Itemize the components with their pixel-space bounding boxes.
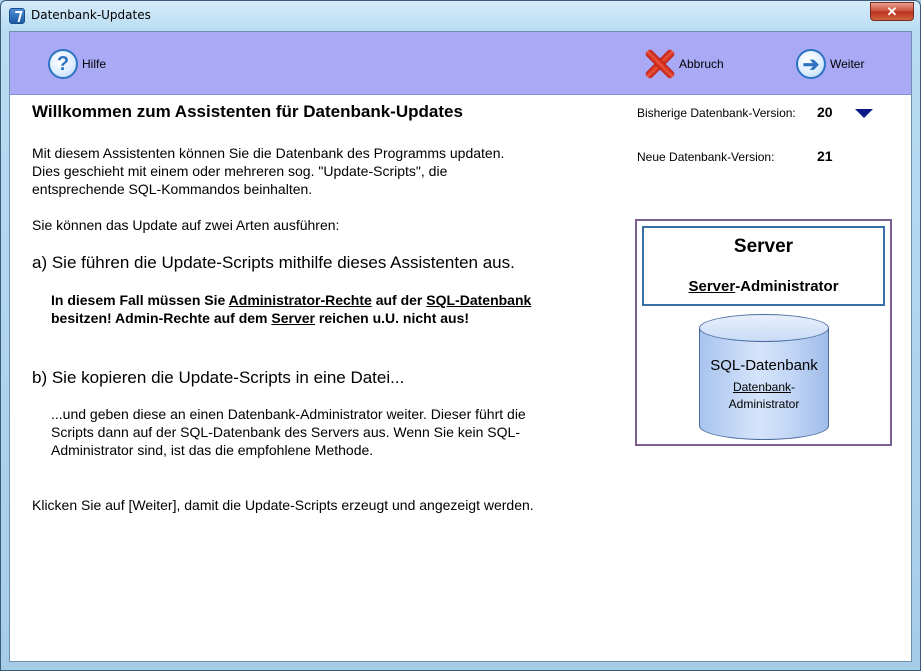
server-title: Server bbox=[733, 236, 794, 257]
server-box: Server Server-Administrator bbox=[642, 226, 885, 306]
help-label: Hilfe bbox=[82, 57, 107, 71]
intro-text: Mit diesem Assistenten können Sie die Da… bbox=[32, 144, 504, 198]
window-title: Datenbank-Updates bbox=[31, 8, 151, 22]
db-title: SQL-Datenbank bbox=[710, 357, 818, 374]
toolbar: ? Hilfe Abbruch ➔ Weiter bbox=[10, 32, 911, 95]
next-button[interactable]: ➔ Weiter bbox=[796, 46, 864, 82]
help-button[interactable]: ? Hilfe bbox=[48, 46, 106, 82]
note-text: reichen u.U. nicht aus! bbox=[318, 310, 470, 326]
cancel-button[interactable]: Abbruch bbox=[643, 46, 724, 82]
cylinder-top bbox=[699, 314, 829, 342]
note-line: Scripts dann auf der SQL-Datenbank des S… bbox=[51, 424, 520, 440]
current-version-value[interactable]: 20 bbox=[817, 104, 833, 120]
page-title: Willkommen zum Assistenten für Datenbank… bbox=[32, 102, 463, 121]
option-b: b) Sie kopieren die Update-Scripts in ei… bbox=[32, 368, 405, 387]
question-icon: ? bbox=[48, 49, 78, 79]
new-version-value: 21 bbox=[817, 148, 833, 164]
note-underlined: SQL-Datenbank bbox=[426, 292, 532, 308]
client-area: ? Hilfe Abbruch ➔ Weiter Willkommen zum … bbox=[9, 31, 912, 662]
close-button[interactable]: ✕ bbox=[870, 2, 914, 21]
note-text: auf der bbox=[375, 292, 423, 308]
server-admin-underlined: Server bbox=[688, 278, 736, 295]
server-admin-label: Server-Administrator bbox=[644, 278, 883, 295]
note-line: In diesem Fall müssen Sie Administrator-… bbox=[51, 291, 531, 309]
red-x-icon bbox=[643, 48, 675, 80]
note-line: Administrator sind, ist das die empfohle… bbox=[51, 442, 374, 458]
option-a-note: In diesem Fall müssen Sie Administrator-… bbox=[51, 291, 531, 327]
next-label: Weiter bbox=[830, 57, 865, 71]
note-line: besitzen! Admin-Rechte auf dem Server re… bbox=[51, 309, 531, 327]
note-underlined: Server bbox=[271, 310, 315, 326]
app-icon bbox=[9, 8, 25, 24]
note-text: In diesem Fall müssen Sie bbox=[51, 292, 226, 308]
note-text: besitzen! Admin-Rechte auf dem bbox=[51, 310, 268, 326]
title-bar[interactable]: Datenbank-Updates ✕ bbox=[1, 1, 920, 31]
arrow-right-icon: ➔ bbox=[796, 49, 826, 79]
server-diagram: Server Server-Administrator SQL-Datenban… bbox=[635, 219, 892, 446]
close-icon: ✕ bbox=[886, 4, 898, 19]
db-admin-line1: Datenbank- bbox=[699, 380, 829, 394]
note-underlined: Administrator-Rechte bbox=[228, 292, 372, 308]
option-a: a) Sie führen die Update-Scripts mithilf… bbox=[32, 253, 515, 272]
version-dropdown-icon[interactable] bbox=[855, 109, 873, 118]
db-admin-dash: - bbox=[791, 380, 796, 394]
server-admin-rest: -Administrator bbox=[735, 278, 839, 295]
intro-line: entsprechende SQL-Kommandos beinhalten. bbox=[32, 181, 313, 197]
intro-line: Dies geschieht mit einem oder mehreren s… bbox=[32, 163, 448, 179]
current-version-label: Bisherige Datenbank-Version: bbox=[637, 106, 796, 120]
cancel-label: Abbruch bbox=[679, 57, 724, 71]
option-b-note: ...und geben diese an einen Datenbank-Ad… bbox=[51, 405, 526, 459]
db-admin-underlined: Datenbank bbox=[732, 380, 792, 394]
dialog-window: Datenbank-Updates ✕ ? Hilfe Abbruch ➔ We… bbox=[0, 0, 921, 671]
intro-line: Mit diesem Assistenten können Sie die Da… bbox=[32, 145, 505, 161]
new-version-label: Neue Datenbank-Version: bbox=[637, 150, 775, 164]
note-line: ...und geben diese an einen Datenbank-Ad… bbox=[51, 406, 526, 422]
ways-text: Sie können das Update auf zwei Arten aus… bbox=[32, 217, 340, 233]
db-admin-line2: Administrator bbox=[728, 397, 800, 411]
database-cylinder: SQL-Datenbank Datenbank- Administrator bbox=[699, 314, 829, 440]
cylinder-body bbox=[699, 328, 829, 426]
footer-instruction: Klicken Sie auf [Weiter], damit die Upda… bbox=[32, 497, 534, 513]
